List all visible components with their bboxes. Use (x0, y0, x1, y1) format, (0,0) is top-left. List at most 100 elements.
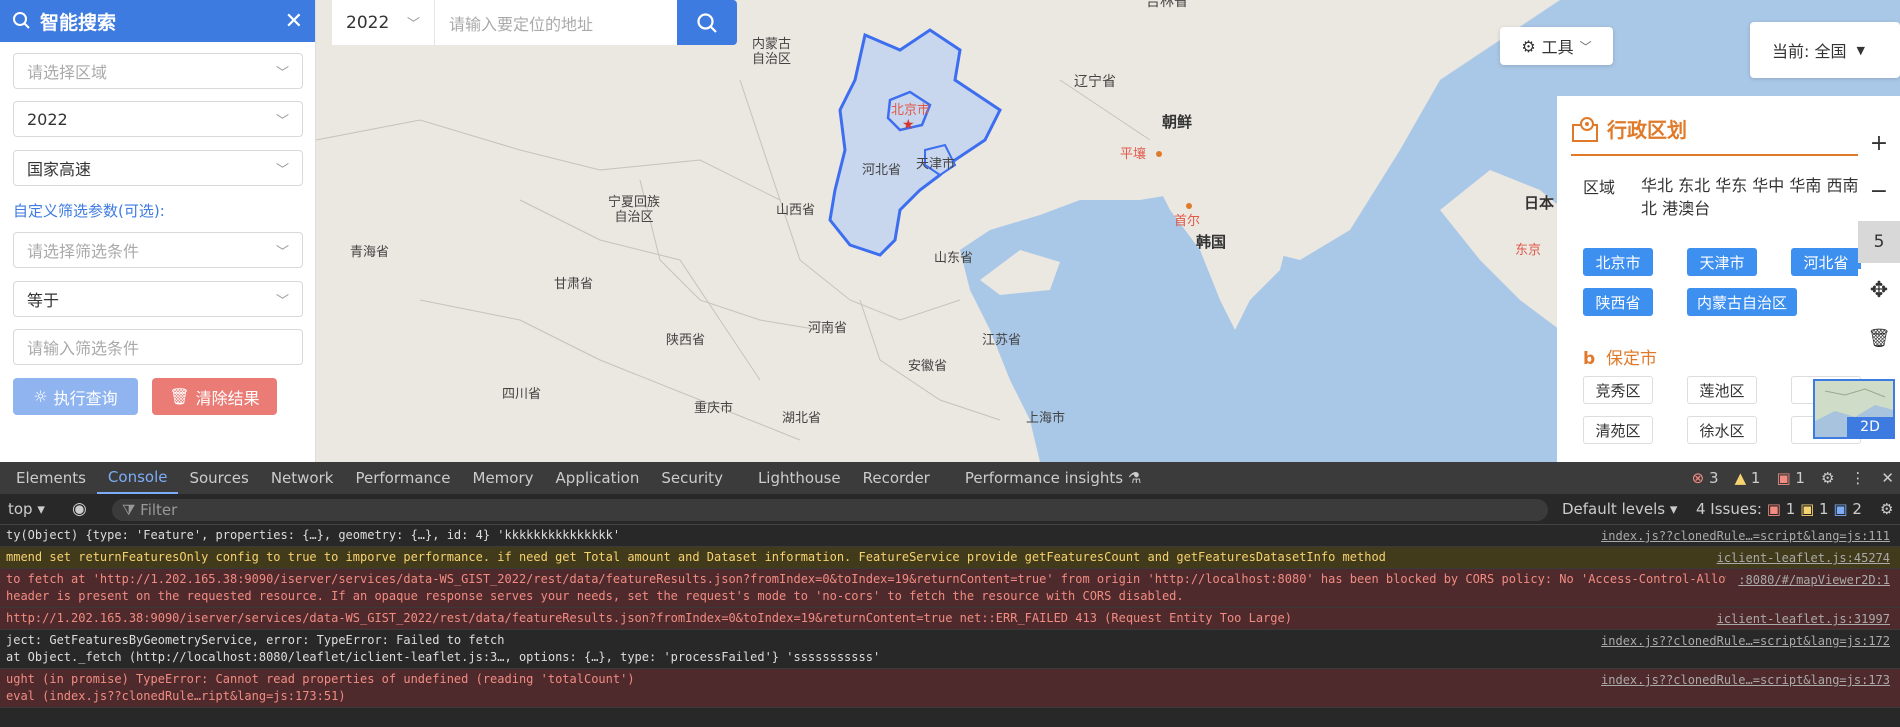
zoom-in-button[interactable]: + (1858, 122, 1900, 164)
map-label-chongqing: 重庆市 (694, 401, 734, 416)
province-chip-neimenggu[interactable]: 内蒙古自治区 (1687, 288, 1797, 316)
tab-lighthouse[interactable]: Lighthouse (734, 462, 852, 494)
road-type-select[interactable]: 国家高速 ﹀ (13, 150, 303, 186)
log-source-link[interactable]: index.js??clonedRule…=script&lang=js:173 (1601, 672, 1890, 689)
tab-console[interactable]: Console (96, 462, 179, 494)
issues-label: 4 Issues: (1696, 500, 1762, 518)
road-type-value: 国家高速 (27, 160, 92, 179)
context-select[interactable]: top ▾ (8, 500, 45, 518)
tab-performance-insights-label: Performance insights (964, 469, 1124, 487)
log-source-link[interactable]: index.js??clonedRule…=script&lang=js:111 (1601, 528, 1890, 545)
map-label-hebei: 河北省 (862, 163, 902, 178)
location-year-select[interactable]: 2022 ﹀ (332, 0, 435, 45)
zoom-out-button[interactable]: − (1858, 170, 1900, 212)
map-label-chaoxian: 朝鲜 (1162, 113, 1193, 131)
warning-counter[interactable]: ▲ 1 (1735, 469, 1761, 487)
custom-filter-label: 自定义筛选参数(可选): (13, 202, 165, 220)
console-log-row: ty(Object) {type: 'Feature', properties:… (0, 525, 1900, 547)
district-chip-xushui[interactable]: 徐水区 (1687, 416, 1757, 444)
minimap-mode-label: 2D (1847, 417, 1893, 437)
city-section-name: 保定市 (1605, 349, 1657, 369)
year-select[interactable]: 2022 ﹀ (13, 101, 303, 137)
error-counter[interactable]: ⊗ 3 (1692, 469, 1719, 487)
tools-dropdown[interactable]: ⚙ 工具 ﹀ (1500, 27, 1613, 65)
tab-memory[interactable]: Memory (462, 462, 545, 494)
province-chip-shaanxi[interactable]: 陕西省 (1583, 288, 1653, 316)
district-chip-lianchi[interactable]: 莲池区 (1687, 376, 1757, 404)
clear-results-label: 清除结果 (195, 388, 260, 408)
sparkle-icon: ☼ (33, 387, 48, 406)
close-icon[interactable]: ✕ (285, 9, 303, 34)
run-query-label: 执行查询 (53, 388, 118, 408)
smart-search-panel: 智能搜索 ✕ 请选择区域 ﹀ 2022 ﹀ 国家高速 ﹀ 自定义筛选参数(可选): 请… (0, 0, 316, 462)
tab-performance[interactable]: Performance (344, 462, 461, 494)
devtools-status: ⊗ 3 ▲ 1 ▣ 1 ⚙ ⋮ ✕ (1692, 462, 1900, 494)
region-filter-row: 区域 华北 东北 华东 华中 华南 西南 西北 港澳台 (1583, 174, 1881, 220)
filter-condition-select[interactable]: 请选择筛选条件 ﹀ (13, 232, 303, 268)
map-label-shaanxi: 陕西省 (666, 333, 706, 348)
message-counter[interactable]: ▣ 1 (1776, 469, 1805, 487)
warning-count: 1 (1750, 469, 1761, 487)
province-chip-hebei[interactable]: 河北省 (1791, 248, 1861, 276)
log-levels-select[interactable]: Default levels ▾ (1562, 500, 1677, 518)
region-select[interactable]: 请选择区域 ﹀ (13, 53, 303, 89)
tab-network[interactable]: Network (260, 462, 345, 494)
log-message: to fetch at 'http://1.202.165.38:9090/is… (6, 572, 1726, 586)
run-query-button[interactable]: ☼ 执行查询 (13, 378, 138, 415)
city-section-header: b 保定市 (1583, 344, 1657, 369)
clear-results-button[interactable]: 🗑 清除结果 (152, 378, 277, 415)
more-icon[interactable]: ⋮ (1850, 469, 1865, 487)
address-input[interactable]: 请输入要定位的地址 (435, 0, 677, 45)
log-source-link[interactable]: iclient-leaflet.js:31997 (1716, 611, 1890, 628)
region-options[interactable]: 华北 东北 华东 华中 华南 西南 西北 港澳台 (1641, 174, 1881, 220)
issues-error-count: 1 (1785, 500, 1796, 518)
message-count: 1 (1795, 469, 1805, 487)
tab-application[interactable]: Application (545, 462, 651, 494)
console-settings-icon[interactable]: ⚙ (1880, 500, 1893, 518)
province-chip-beijing[interactable]: 北京市 (1583, 248, 1653, 276)
plus-icon: + (1869, 130, 1889, 156)
map-label-hanguo: 韩国 (1196, 233, 1227, 251)
log-source-link[interactable]: index.js??clonedRule…=script&lang=js:172 (1601, 633, 1890, 650)
context-value: top (8, 500, 33, 518)
filter-value-input[interactable]: 请输入筛选条件 (13, 329, 303, 365)
caret-down-icon: ▼ (1856, 43, 1865, 57)
district-chip-jingxiu[interactable]: 竞秀区 (1583, 376, 1653, 404)
admin-panel-title: 行政区划 (1571, 114, 1687, 143)
log-message-continued: header is present on the requested resou… (6, 589, 1184, 603)
tab-recorder[interactable]: Recorder (852, 462, 941, 494)
map-label-dongjing: 东京 (1515, 243, 1542, 258)
issue-error-icon: ▣ (1766, 500, 1781, 518)
tab-performance-insights[interactable]: Performance insights ⚗ (941, 462, 1152, 494)
district-chip-qingyuan[interactable]: 清苑区 (1583, 416, 1653, 444)
log-source-link[interactable]: iclient-leaflet.js:45274 (1716, 550, 1890, 567)
tab-sources[interactable]: Sources (178, 462, 259, 494)
tab-elements[interactable]: Elements (0, 462, 97, 494)
map-label-gansu: 甘肃省 (554, 277, 594, 292)
current-region-dropdown[interactable]: 当前: 全国 ▼ (1750, 22, 1900, 78)
settings-icon[interactable]: ⚙ (1821, 469, 1834, 487)
chevron-down-icon: ﹀ (1579, 39, 1592, 54)
trash-icon: 🗑 (1867, 327, 1891, 349)
province-chip-tianjin[interactable]: 天津市 (1687, 248, 1757, 276)
location-search-bar: 2022 ﹀ 请输入要定位的地址 (332, 0, 737, 45)
message-icon: ▣ (1776, 469, 1791, 487)
map-label-shandong: 山东省 (934, 251, 974, 266)
pan-button[interactable]: ✥ (1858, 269, 1900, 311)
minimap-toggle[interactable]: 2D (1813, 379, 1895, 439)
console-log-row: ject: GetFeaturesByGeometryService, erro… (0, 630, 1900, 669)
clear-map-button[interactable]: 🗑 (1858, 317, 1900, 359)
console-filter-input[interactable]: ⧩ Filter (112, 499, 1548, 521)
map-label-ningxia: 宁夏回族 自治区 (608, 195, 661, 225)
log-message-continued: at Object._fetch (http://localhost:8080/… (6, 650, 881, 664)
locate-search-button[interactable] (677, 0, 737, 45)
issues-counter[interactable]: 4 Issues: ▣ 1 ▣ 1 ▣ 2 (1696, 500, 1862, 518)
tab-security[interactable]: Security (650, 462, 734, 494)
operator-select[interactable]: 等于 ﹀ (13, 281, 303, 317)
gear-icon: ⚙ (1521, 36, 1536, 56)
map-label-liaoning: 辽宁省 (1074, 74, 1116, 90)
eye-icon[interactable]: ◉ (72, 499, 87, 519)
close-icon[interactable]: ✕ (1881, 469, 1894, 487)
city-dot-icon (1186, 203, 1192, 209)
log-source-link[interactable]: :8080/#/mapViewer2D:1 (1738, 572, 1890, 589)
